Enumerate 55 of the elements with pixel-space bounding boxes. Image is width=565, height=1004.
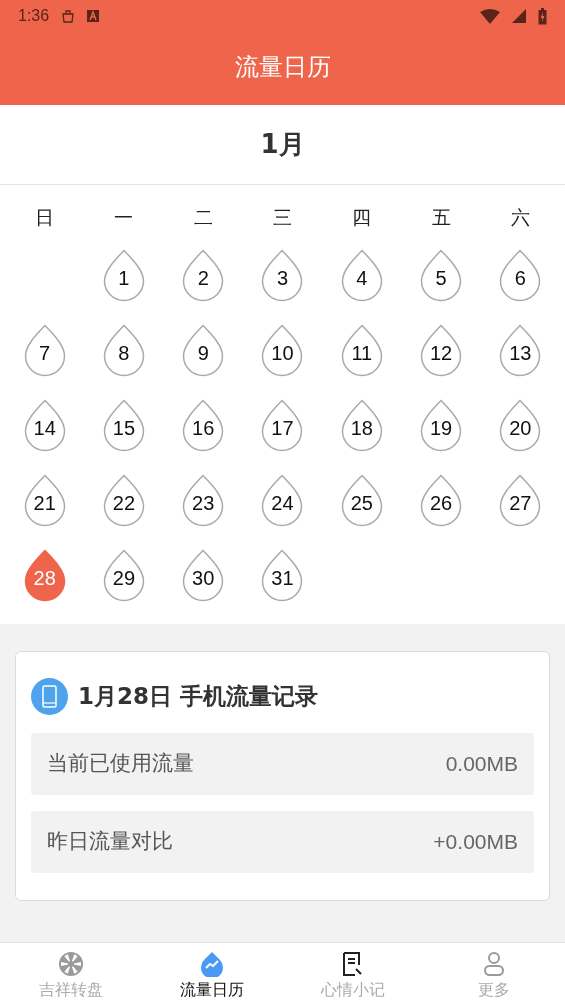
weekday-label: 日	[34, 204, 56, 230]
trend-icon	[198, 951, 225, 977]
stat-value: 0.00MB	[445, 751, 518, 778]
day-button[interactable]: 31	[261, 549, 304, 602]
day-button[interactable]: 2	[182, 249, 225, 302]
day-button[interactable]: 17	[261, 399, 304, 452]
day-button[interactable]: 18	[340, 399, 383, 452]
day-button[interactable]: 8	[102, 324, 145, 377]
day-button[interactable]: 14	[23, 399, 66, 452]
header-title: 流量日历	[234, 51, 331, 83]
weekday-label: 六	[509, 204, 531, 230]
day-button[interactable]: 6	[499, 249, 542, 302]
weekday-label: 三	[272, 204, 293, 230]
weekday-label: 二	[192, 204, 214, 230]
day-button[interactable]: 29	[102, 549, 145, 602]
day-button[interactable]: 9	[182, 324, 225, 377]
wifi-icon	[480, 8, 500, 24]
day-button[interactable]: 30	[182, 549, 225, 602]
app-icon	[87, 10, 100, 22]
day-button[interactable]: 24	[261, 474, 304, 527]
bag-icon	[61, 9, 76, 23]
day-button[interactable]: 19	[420, 399, 463, 452]
nav-tab[interactable]: 流量日历	[141, 943, 283, 1004]
day-button[interactable]: 7	[23, 324, 66, 377]
day-button[interactable]: 12	[420, 324, 463, 377]
weekday-label: 一	[113, 204, 135, 230]
day-button[interactable]: 23	[182, 474, 225, 527]
day-button[interactable]: 15	[102, 399, 145, 452]
record-title: 1月28日 手机流量记录	[78, 682, 319, 712]
day-button[interactable]: 26	[420, 474, 463, 527]
day-button[interactable]: 22	[102, 474, 145, 527]
day-button[interactable]: 16	[182, 399, 225, 452]
month-title: 1月	[260, 128, 305, 161]
day-button[interactable]: 20	[499, 399, 542, 452]
stat-label: 昨日流量对比	[47, 828, 173, 856]
day-button[interactable]: 13	[499, 324, 542, 377]
day-button[interactable]: 27	[499, 474, 542, 527]
weekday-label: 四	[351, 204, 373, 230]
day-button[interactable]: 25	[340, 474, 383, 527]
day-button[interactable]: 4	[340, 249, 383, 302]
user-icon	[483, 951, 506, 977]
day-button[interactable]: 11	[340, 324, 383, 377]
day-button[interactable]: 5	[420, 249, 463, 302]
battery-icon	[538, 7, 547, 25]
signal-icon	[512, 9, 526, 23]
status-time: 1:36	[18, 6, 50, 26]
day-button[interactable]: 3	[261, 249, 304, 302]
stat-value: +0.00MB	[433, 829, 518, 856]
day-button[interactable]: 21	[23, 474, 66, 527]
phone-icon	[31, 678, 68, 715]
weekday-label: 五	[430, 204, 452, 230]
wheel-icon	[57, 951, 84, 977]
day-button[interactable]: 1	[102, 249, 145, 302]
day-button[interactable]: 10	[261, 324, 304, 377]
stat-label: 当前已使用流量	[47, 750, 194, 778]
